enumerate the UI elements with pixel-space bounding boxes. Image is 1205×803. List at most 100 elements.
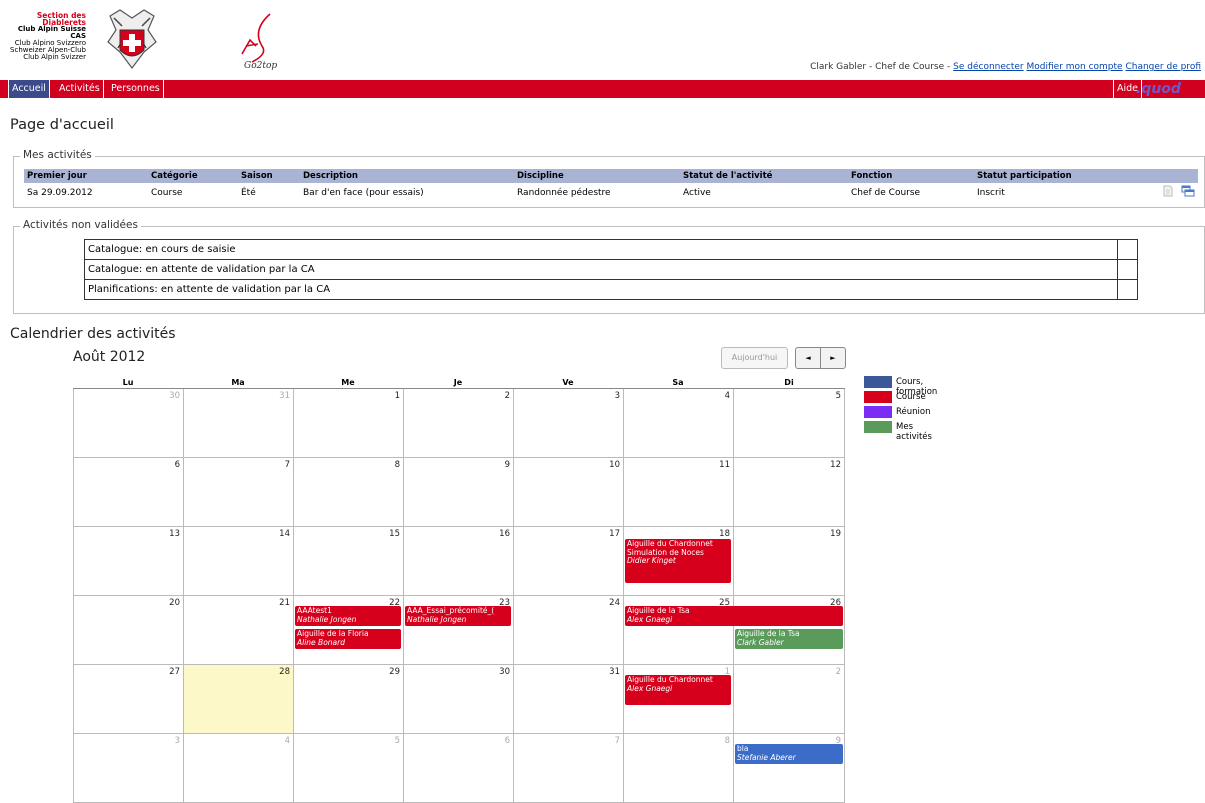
day-number: 31 [609, 667, 620, 677]
calendar-event[interactable]: Aiguille du Chardonnet Alex Gnaegi [625, 675, 731, 705]
cell-actions [1140, 183, 1198, 202]
logo-line: Section des Diablerets [36, 11, 86, 27]
weekday-header: Je [403, 378, 513, 389]
calendar-day-cell[interactable]: 2 [403, 389, 513, 458]
calendar-day-cell[interactable]: 21 [183, 596, 293, 665]
quod-logo: .quod [1136, 81, 1181, 97]
section-legend: Mes activités [20, 149, 95, 161]
today-button[interactable]: Aujourd'hui [721, 347, 788, 369]
calendar-day-cell[interactable]: 30 [403, 665, 513, 734]
calendar-day-cell[interactable]: 31 [513, 665, 623, 734]
day-number: 4 [724, 391, 730, 401]
go2top-logo: Go2top [241, 13, 277, 71]
table-row[interactable]: Planifications: en attente de validation… [84, 279, 1138, 300]
calendar-day-cell[interactable]: 9 [403, 458, 513, 527]
modify-account-link[interactable]: Modifier mon compte [1027, 62, 1123, 72]
weekday-header: Me [293, 378, 403, 389]
calendar-day-cell[interactable]: 1 [293, 389, 403, 458]
calendar-day-cell[interactable]: 15 [293, 527, 403, 596]
column-header: Fonction [848, 169, 974, 183]
calendar-day-cell[interactable]: 6 [403, 734, 513, 803]
row-label: Catalogue: en cours de saisie [84, 239, 1118, 260]
legend-label: Course [896, 392, 926, 402]
legend-swatch [864, 406, 892, 418]
day-number: 3 [174, 736, 180, 746]
calendar-day-cell[interactable]: 24 [513, 596, 623, 665]
windows-icon[interactable] [1181, 185, 1195, 197]
calendar-day-cell[interactable]: 4 [623, 389, 733, 458]
logo-line: Club Alpin Suisse CAS [17, 25, 86, 40]
table-row[interactable]: Catalogue: en attente de validation par … [84, 259, 1138, 280]
calendar-day-cell[interactable]: 3 [73, 734, 183, 803]
weekday-header: Ma [183, 378, 293, 389]
calendar-day-cell[interactable]: 6 [73, 458, 183, 527]
calendar-day-cell[interactable]: 3 [513, 389, 623, 458]
day-number: 14 [279, 529, 290, 539]
nav-accueil[interactable]: Accueil [8, 80, 50, 98]
day-number: 10 [609, 460, 620, 470]
calendar-day-cell[interactable]: 16 [403, 527, 513, 596]
legend-label: Mes activités [896, 422, 932, 442]
day-number: 5 [835, 391, 841, 401]
calendar-day-cell[interactable]: 17 [513, 527, 623, 596]
change-profile-link[interactable]: Changer de profi [1125, 62, 1201, 72]
calendar-day-cell[interactable]: 2 [733, 665, 845, 734]
day-number: 24 [609, 598, 620, 608]
day-number: 9 [504, 460, 510, 470]
calendar-day-cell[interactable]: 14 [183, 527, 293, 596]
calendar-day-cell[interactable]: 7 [513, 734, 623, 803]
logout-link[interactable]: Se déconnecter [953, 62, 1023, 72]
day-number: 5 [394, 736, 400, 746]
table-row[interactable]: Catalogue: en cours de saisie [84, 239, 1138, 260]
day-number: 31 [279, 391, 290, 401]
calendar-day-cell[interactable]: 30 [73, 389, 183, 458]
calendar-day-cell[interactable]: 10 [513, 458, 623, 527]
weekday-header: Di [733, 378, 845, 389]
row-count-cell [1117, 259, 1138, 280]
calendar-event[interactable]: Aiguille du Chardonnet Simulation de Noce… [625, 539, 731, 583]
calendar-day-cell[interactable]: 5 [733, 389, 845, 458]
day-number: 16 [499, 529, 510, 539]
calendar-day-cell[interactable]: 8 [623, 734, 733, 803]
prev-month-button[interactable]: ◄ [795, 347, 821, 369]
nav-personnes[interactable]: Personnes [108, 80, 164, 98]
event-leader: Nathalie Jongen [297, 614, 357, 624]
nav-activites[interactable]: Activités [56, 80, 104, 98]
calendar-day-cell[interactable]: 13 [73, 527, 183, 596]
calendar-day-cell[interactable]: 31 [183, 389, 293, 458]
calendar-event[interactable]: bla Stefanie Aberer [735, 744, 843, 764]
event-leader: Clark Gabler [737, 637, 784, 647]
day-number: 6 [504, 736, 510, 746]
calendar-event[interactable]: Aiguille de la Tsa Clark Gabler [735, 629, 843, 649]
calendar-event[interactable]: AAAtest1 Nathalie Jongen [295, 606, 401, 626]
calendar-day-cell[interactable]: 19 [733, 527, 845, 596]
cell-participation-status: Inscrit [977, 187, 1005, 198]
calendar-grid: Lu Ma Me Je Ve Sa Di 30 31 1 2 3 4 5 6 7 8 9 10 11 12 13 14 15 1… [73, 378, 846, 803]
calendar-day-cell[interactable]: 28 [183, 665, 293, 734]
weekday-header: Sa [623, 378, 733, 389]
calendar-day-cell[interactable]: 27 [73, 665, 183, 734]
table-row[interactable]: Sa 29.09.2012 Course Été Bar d'en face (… [24, 183, 1198, 202]
calendar-day-cell[interactable]: 11 [623, 458, 733, 527]
calendar-title: Calendrier des activités [10, 326, 176, 342]
day-number: 15 [389, 529, 400, 539]
calendar-day-cell[interactable]: 29 [293, 665, 403, 734]
row-label: Planifications: en attente de validation… [84, 279, 1118, 300]
calendar-day-cell[interactable]: 20 [73, 596, 183, 665]
activites-non-validees-section: Activités non validées Catalogue: en cou… [13, 219, 1205, 314]
calendar-day-cell[interactable]: 4 [183, 734, 293, 803]
section-logo-text: Section des Diablerets Club Alpin Suisse… [10, 12, 86, 61]
legend-swatch [864, 376, 892, 388]
calendar-event[interactable]: AAA_Essai_précomité_(Nathalie Jongen [405, 606, 511, 626]
calendar-day-cell[interactable]: 7 [183, 458, 293, 527]
calendar-day-cell[interactable]: 5 [293, 734, 403, 803]
event-leader: Nathalie Jongen [407, 614, 467, 624]
document-icon[interactable] [1162, 185, 1174, 197]
day-number: 12 [830, 460, 841, 470]
calendar-event[interactable]: Aiguille de la Tsa Alex Gnaegi [625, 606, 843, 626]
calendar-event[interactable]: Aiguille de la Floria Aline Bonard [295, 629, 401, 649]
calendar-day-cell[interactable]: 12 [733, 458, 845, 527]
next-month-button[interactable]: ► [820, 347, 846, 369]
logo-line: Club Alpin Svizzer [23, 53, 86, 61]
calendar-day-cell[interactable]: 8 [293, 458, 403, 527]
